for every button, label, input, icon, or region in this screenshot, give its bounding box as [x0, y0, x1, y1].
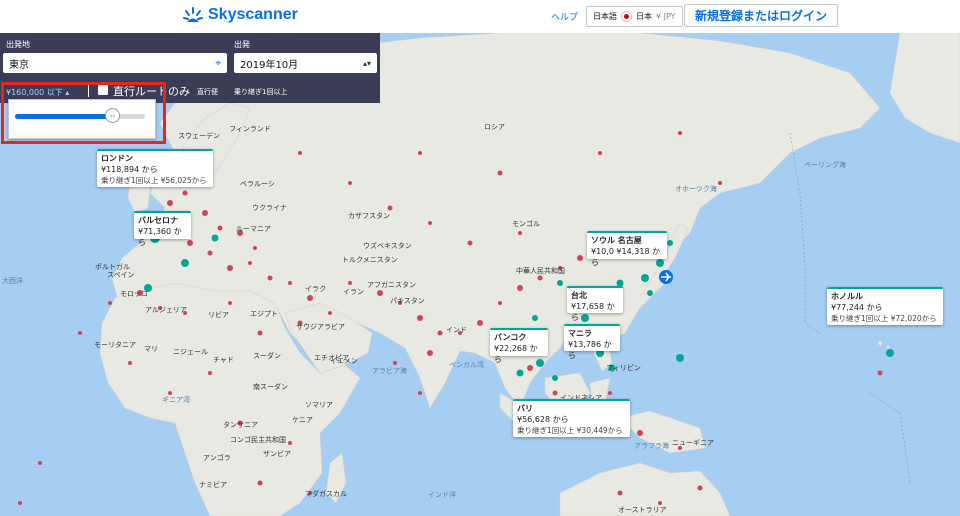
destination-popup-london[interactable]: ロンドン ¥118,894 から 乗り継ぎ1回以上 ¥56,025から	[97, 149, 213, 187]
sunrise-icon	[183, 7, 203, 22]
origin-airplane-icon	[659, 270, 673, 284]
country-label: サウジアラビア	[296, 323, 345, 331]
country-label: ベラルーシ	[240, 180, 275, 188]
country-label: 南スーダン	[253, 383, 288, 391]
sea-label: オホーツク海	[675, 185, 717, 193]
direct-flight-legend: 直行便	[197, 88, 218, 96]
country-label: マリ	[144, 345, 158, 353]
country-label: カザフスタン	[348, 212, 390, 220]
country-label: イラン	[343, 288, 364, 296]
country-label: タンザニア	[223, 421, 258, 429]
country-label: トルクメニスタン	[342, 256, 398, 264]
connecting-flight-legend: 乗り継ぎ1回以上	[234, 88, 288, 96]
destination-popup-manila[interactable]: マニラ ¥13,786 から	[564, 324, 620, 360]
sea-label: インド洋	[428, 491, 456, 499]
destination-popup-taipei[interactable]: 台北 ¥17,658 から	[567, 286, 623, 322]
origin-input[interactable]: 東京 ⌖	[3, 53, 227, 73]
popup-city: バンコク	[494, 333, 527, 342]
skyscanner-logo[interactable]: Skyscanner	[183, 6, 298, 24]
sea-label: 大西洋	[2, 277, 23, 285]
country-label: ニジェール	[173, 348, 208, 356]
country-label: エジプト	[250, 310, 278, 318]
popup-connecting-price: 乗り継ぎ1回以上 ¥72,020から	[831, 314, 937, 323]
locale-selector-button[interactable]: 日本語 日本 ¥ JPY	[586, 6, 683, 27]
currency-label: ¥ JPY	[656, 12, 676, 21]
depart-label: 出発	[234, 40, 250, 49]
popup-city: バルセロナ	[138, 216, 178, 225]
popup-city: バリ	[517, 404, 533, 413]
language-label: 日本語	[593, 12, 617, 21]
popup-connecting-price: 乗り継ぎ1回以上 ¥56,025から	[101, 176, 207, 185]
popup-city: ソウル 名古屋	[591, 236, 642, 245]
depart-value: 2019年10月	[240, 59, 299, 71]
popup-price: ¥77,244 から	[831, 303, 883, 312]
country-label: チャド	[213, 356, 234, 364]
login-button[interactable]: 新規登録またはログイン	[684, 4, 839, 27]
destination-popup-seoul-nagoya[interactable]: ソウル 名古屋 ¥10,0 ¥14,318 から	[587, 231, 667, 267]
country-label: 中華人民共和国	[516, 267, 565, 275]
sea-label: ギニア湾	[162, 396, 190, 404]
country-label: リビア	[208, 311, 229, 319]
sea-label: アラビア海	[372, 367, 407, 375]
popup-price: ¥118,894 から	[101, 165, 158, 174]
depart-month-select[interactable]: 2019年10月 ▴▾	[234, 53, 377, 73]
popup-price: ¥22,268 から	[494, 344, 538, 364]
origin-label: 出発地	[6, 40, 30, 49]
country-label: パキスタン	[390, 297, 425, 305]
country-label: スウェーデン	[178, 132, 220, 140]
country-label: オーストラリア	[618, 506, 667, 514]
country-label: ロシア	[484, 123, 505, 131]
country-label: 日本	[636, 12, 652, 21]
location-target-icon[interactable]: ⌖	[215, 58, 221, 69]
top-bar: Skyscanner ヘルプ 日本語 日本 ¥ JPY 新規登録またはログイン	[0, 0, 960, 33]
origin-value: 東京	[9, 59, 29, 71]
popup-price: ¥17,658 から	[571, 302, 615, 322]
country-label: イラク	[305, 285, 326, 293]
country-label: ザンビア	[263, 450, 291, 458]
popup-city: 台北	[571, 291, 587, 300]
country-label: スーダン	[253, 352, 281, 360]
destination-popup-bali[interactable]: バリ ¥56,628 から 乗り継ぎ1回以上 ¥30,449から	[513, 399, 630, 437]
japan-flag-icon	[621, 11, 632, 22]
country-label: モーリタニア	[94, 341, 136, 349]
country-label: アンゴラ	[203, 454, 231, 462]
sea-label: アラフラ海	[634, 442, 669, 450]
popup-price: ¥13,786 から	[568, 340, 612, 360]
country-label: ポルトガル	[95, 263, 130, 271]
country-label: イエメン	[330, 357, 358, 365]
country-label: マダガスカル	[305, 490, 347, 498]
popup-city: ホノルル	[831, 292, 863, 301]
country-label: ニューギニア	[672, 439, 714, 447]
help-link[interactable]: ヘルプ	[551, 10, 578, 23]
popup-city: マニラ	[568, 329, 592, 338]
country-label: フィンランド	[229, 125, 271, 133]
highlight-frame	[1, 82, 166, 144]
sea-label: ベーリング海	[804, 161, 846, 169]
country-label: アルジェリア	[145, 306, 187, 314]
sea-label: ベンガル湾	[449, 361, 484, 369]
destination-popup-barcelona[interactable]: バルセロナ ¥71,360 から	[134, 211, 191, 247]
country-label: ウクライナ	[252, 204, 287, 212]
popup-city: ロンドン	[101, 154, 133, 163]
brand-name: Skyscanner	[208, 6, 298, 23]
destination-popup-bangkok[interactable]: バンコク ¥22,268 から	[490, 328, 548, 364]
country-label: ウズベキスタン	[363, 242, 412, 250]
destination-popup-honolulu[interactable]: ホノルル ¥77,244 から 乗り継ぎ1回以上 ¥72,020から	[827, 287, 943, 325]
country-label: モンゴル	[512, 220, 540, 228]
country-label: ケニア	[292, 416, 313, 424]
select-arrows-icon: ▴▾	[362, 58, 371, 68]
country-label: ソマリア	[305, 401, 333, 409]
country-label: インド	[446, 326, 467, 334]
country-label: ナミビア	[199, 481, 227, 489]
popup-price: ¥71,360 から	[138, 227, 182, 247]
country-label: コンゴ民主共和国	[230, 436, 286, 444]
popup-price: ¥10,0 ¥14,318 から	[591, 247, 661, 267]
country-label: アフガニスタン	[367, 281, 416, 289]
popup-price: ¥56,628 から	[517, 415, 569, 424]
popup-connecting-price: 乗り継ぎ1回以上 ¥30,449から	[517, 426, 623, 435]
country-label: モロッコ	[120, 290, 148, 298]
country-label: フィリピン	[606, 364, 641, 372]
country-label: ルーマニア	[236, 225, 271, 233]
